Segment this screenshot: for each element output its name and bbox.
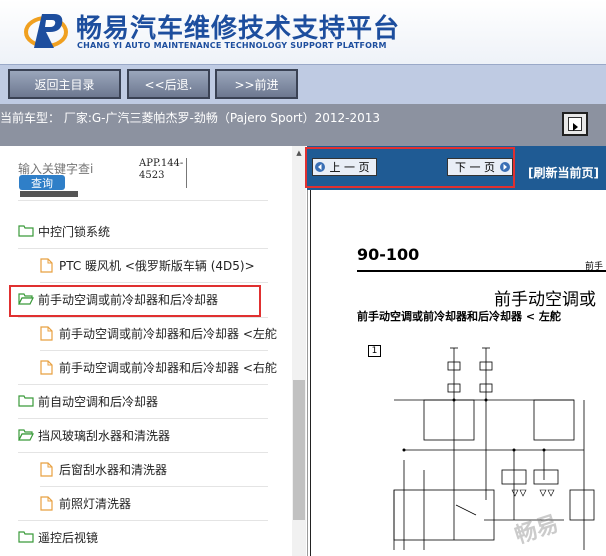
app-title: 畅易汽车维修技术支持平台 xyxy=(76,14,401,44)
tree-item-label: 前手动空调或前冷却器和后冷却器 <右舵 xyxy=(59,360,277,375)
manual-code: APP.144- 4523 xyxy=(139,158,183,182)
document-icon xyxy=(40,257,53,273)
wiring-diagram xyxy=(393,347,595,550)
scroll-up-arrow-icon[interactable]: ▲ xyxy=(292,146,306,160)
tree-divider xyxy=(18,520,268,521)
page-rule xyxy=(357,270,606,272)
page-title: 前手动空调或 xyxy=(494,290,596,310)
tree-divider xyxy=(40,486,268,487)
nav-bar: 返回主目录 <<后退. >>前进 xyxy=(0,64,606,104)
tree-item-ptc-heater[interactable]: PTC 暖风机 <俄罗斯版车辆 (4D5)> xyxy=(40,251,290,279)
folder-icon xyxy=(18,225,34,237)
tree-divider xyxy=(18,200,268,201)
tree-item-manual-ac-lhd[interactable]: 前手动空调或前冷却器和后冷却器 <左舵 xyxy=(40,319,290,347)
document-icon xyxy=(40,359,53,375)
document-icon xyxy=(40,495,53,511)
app-header: 畅易汽车维修技术支持平台 CHANG YI AUTO MAINTENANCE T… xyxy=(0,0,606,64)
tree-divider xyxy=(18,452,268,453)
tree-item-label: 挡风玻璃刮水器和清洗器 xyxy=(38,428,171,443)
page-number: 90-100 xyxy=(357,245,420,264)
diagram-section-box: 1 xyxy=(368,345,381,357)
back-button[interactable]: <<后退. xyxy=(127,69,210,99)
code-divider xyxy=(186,158,187,188)
document-icon xyxy=(40,461,53,477)
refresh-page-link[interactable]: [刷新当前页] xyxy=(528,164,599,181)
tree-item-label: 前照灯清洗器 xyxy=(59,496,132,511)
folder-open-icon xyxy=(18,429,34,441)
tree-item-central-lock[interactable]: 中控门锁系统 xyxy=(18,217,270,245)
tree-item-manual-ac-rhd[interactable]: 前手动空调或前冷却器和后冷却器 <右舵 xyxy=(40,353,290,381)
tree-item-label: PTC 暖风机 <俄罗斯版车辆 (4D5)> xyxy=(59,258,255,273)
tree-divider xyxy=(18,384,268,385)
folder-icon xyxy=(18,531,34,543)
forward-button[interactable]: >>前进 xyxy=(215,69,298,99)
tree-item-headlight-washer[interactable]: 前照灯清洗器 xyxy=(40,489,270,517)
page-nav-highlight xyxy=(305,147,515,188)
tree-item-rear-wiper[interactable]: 后窗刮水器和清洗器 xyxy=(40,455,270,483)
current-model-text: 当前车型： 厂家:G-广汽三菱帕杰罗-劲畅（Pajero Sport）2012-… xyxy=(0,111,381,125)
manual-code-line2: 4523 xyxy=(139,170,165,181)
tree-item-label: 遥控后视镜 xyxy=(38,530,99,545)
manual-code-line1: APP.144- xyxy=(139,158,184,169)
clipped-tree-item xyxy=(20,191,78,197)
scroll-thumb[interactable] xyxy=(293,380,305,520)
home-button[interactable]: 返回主目录 xyxy=(8,69,121,99)
vehicle-info-bar: 当前车型： 厂家:G-广汽三菱帕杰罗-劲畅（Pajero Sport）2012-… xyxy=(0,104,606,146)
app-subtitle: CHANG YI AUTO MAINTENANCE TECHNOLOGY SUP… xyxy=(77,41,387,50)
tree-divider xyxy=(40,282,268,283)
tree-item-label: 后窗刮水器和清洗器 xyxy=(59,462,168,477)
selected-item-highlight xyxy=(9,285,261,317)
tree-item-label: 前手动空调或前冷却器和后冷却器 <左舵 xyxy=(59,326,277,341)
page-subtitle: 前手动空调或前冷却器和后冷却器 < 左舵 xyxy=(357,310,561,323)
panel-toggle-button[interactable] xyxy=(562,112,588,136)
search-button[interactable]: 查询 xyxy=(19,175,65,190)
panel-toggle-icon xyxy=(568,117,582,131)
tree-item-windshield-wiper[interactable]: 挡风玻璃刮水器和清洗器 xyxy=(18,421,270,449)
tree-divider xyxy=(40,350,268,351)
tree-item-label: 前自动空调和后冷却器 xyxy=(38,394,159,409)
tree-item-remote-mirror[interactable]: 遥控后视镜 xyxy=(18,523,270,551)
tree-item-label: 中控门锁系统 xyxy=(38,224,111,239)
document-icon xyxy=(40,325,53,341)
tree-divider xyxy=(18,418,268,419)
logo-icon xyxy=(24,14,68,48)
tree-divider xyxy=(18,248,268,249)
folder-icon xyxy=(18,395,34,407)
tree-item-front-auto-ac[interactable]: 前自动空调和后冷却器 xyxy=(18,387,270,415)
tree-divider xyxy=(18,317,268,318)
